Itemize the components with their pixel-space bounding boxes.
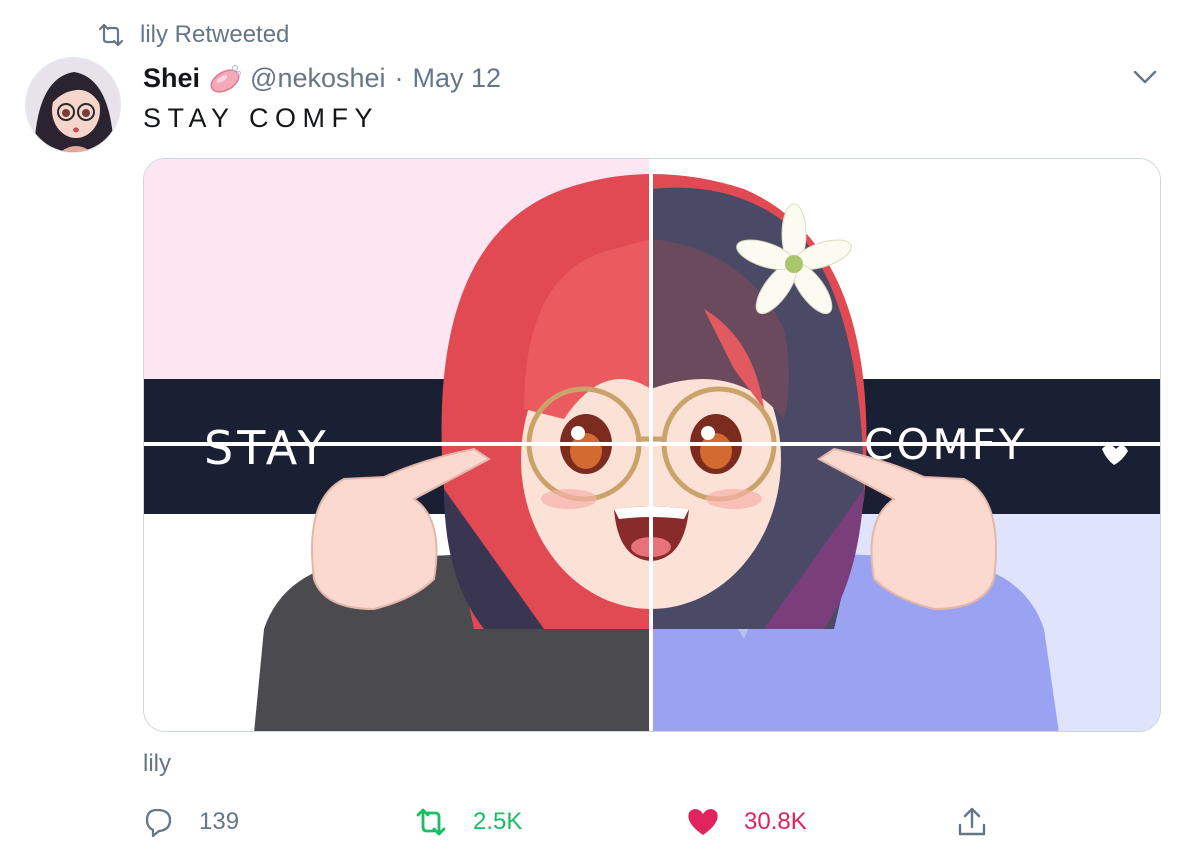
like-button[interactable]: 30.8K: [686, 798, 807, 846]
chevron-down-icon[interactable]: [1128, 62, 1162, 92]
reply-count: 139: [199, 808, 240, 835]
tweet-media[interactable]: STAY COMFY: [143, 158, 1161, 732]
avatar[interactable]: [25, 57, 121, 153]
tweet-text: STAY COMFY: [143, 103, 380, 133]
header-separator: ·: [394, 62, 404, 93]
retweet-context-label: lily Retweeted: [140, 21, 290, 48]
media-illustration: STAY COMFY: [144, 159, 1160, 731]
media-text-stay: STAY: [204, 421, 330, 475]
retweet-context[interactable]: lily Retweeted: [96, 20, 289, 50]
retweet-button[interactable]: 2.5K: [413, 798, 522, 846]
heart-icon: [688, 809, 718, 835]
retweet-icon: [98, 23, 124, 47]
reply-icon: [145, 808, 172, 838]
retweet-icon: [416, 808, 446, 836]
share-icon: [958, 807, 986, 836]
author-display-name[interactable]: Shei: [143, 63, 200, 94]
author-handle[interactable]: @nekoshei: [250, 63, 386, 94]
tweet-date[interactable]: May 12: [413, 63, 502, 94]
tweet-header: Shei @nekoshei · May 12: [143, 58, 501, 98]
tweet-actions: 139 2.5K 30.8K: [0, 798, 1188, 846]
retweet-count: 2.5K: [473, 808, 523, 835]
avatar-image: [26, 58, 120, 152]
source-label: lily: [143, 750, 171, 777]
like-count: 30.8K: [744, 808, 807, 835]
soap-icon: [210, 64, 242, 93]
reply-button[interactable]: 139: [143, 798, 239, 846]
share-button[interactable]: [955, 798, 1013, 846]
